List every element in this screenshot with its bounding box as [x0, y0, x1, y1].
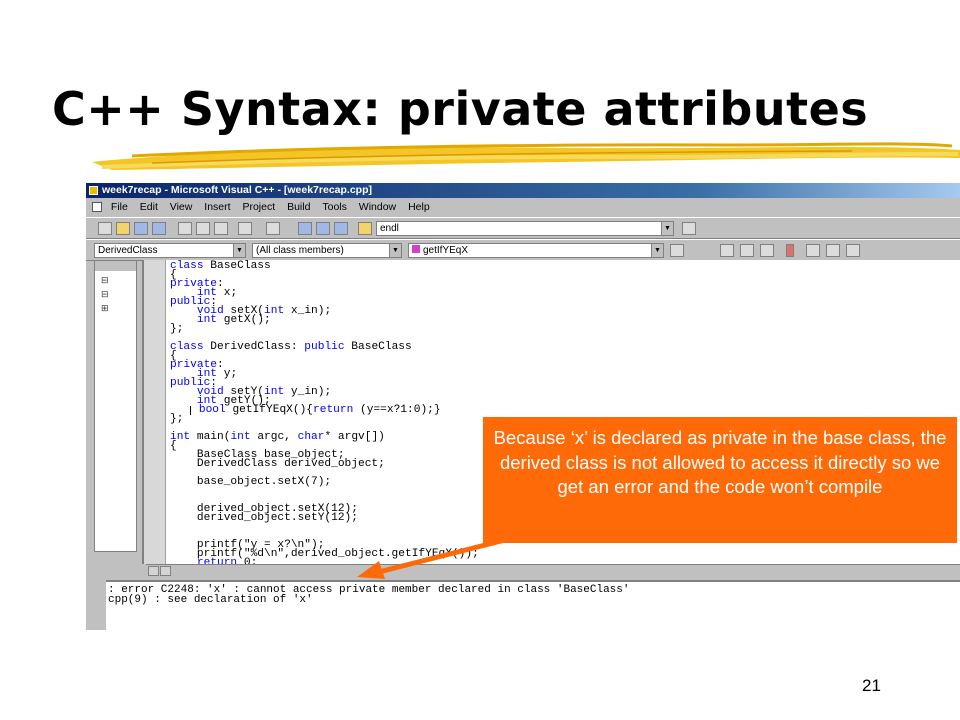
- build-icon[interactable]: [740, 244, 754, 257]
- function-combo[interactable]: getIfYEqX ▼: [408, 243, 664, 258]
- stop-build-icon[interactable]: [760, 244, 774, 257]
- chevron-down-icon[interactable]: ▼: [233, 244, 245, 257]
- output-pane: : error C2248: 'x' : cannot access priva…: [106, 580, 960, 630]
- menu-insert[interactable]: Insert: [204, 199, 230, 216]
- find-combo[interactable]: endl ▼: [376, 221, 674, 236]
- wizardbar-toolbar: DerivedClass ▼ (All class members) ▼ get…: [86, 239, 960, 261]
- code-line[interactable]: derived_object.setY(12);: [170, 512, 479, 523]
- callout-arrow: [357, 537, 506, 579]
- source-code[interactable]: class BaseClass{private: int x; public: v…: [170, 260, 479, 564]
- menu-build[interactable]: Build: [287, 199, 310, 216]
- class-combo-value: DerivedClass: [98, 245, 158, 256]
- class-view-tree[interactable]: ⊟ ⊟ ⊞: [101, 273, 131, 315]
- members-combo-value: (All class members): [256, 245, 344, 256]
- menu-file[interactable]: File: [111, 199, 128, 216]
- output-pane-gripper[interactable]: [86, 580, 106, 630]
- copy-icon[interactable]: [196, 222, 210, 235]
- callout-text: Because ‘x’ is declared as private in th…: [493, 427, 947, 497]
- window-title: week7recap - Microsoft Visual C++ - [wee…: [102, 184, 373, 196]
- code-line[interactable]: [170, 487, 479, 496]
- menu-bar: File Edit View Insert Project Build Tool…: [86, 199, 960, 216]
- standard-toolbar: endl ▼: [86, 217, 960, 239]
- chevron-down-icon[interactable]: ▼: [661, 222, 673, 235]
- find-in-files-icon[interactable]: [358, 222, 372, 235]
- code-line[interactable]: class BaseClass: [170, 260, 479, 271]
- tree-node-icon[interactable]: ⊟: [101, 287, 131, 301]
- output-text[interactable]: : error C2248: 'x' : cannot access priva…: [108, 585, 630, 606]
- workspace-pane: ⊟ ⊟ ⊞: [94, 260, 137, 552]
- chevron-down-icon[interactable]: ▼: [389, 244, 401, 257]
- members-combo[interactable]: (All class members) ▼: [252, 243, 402, 258]
- find-combo-value: endl: [380, 223, 399, 234]
- insert-breakpoint-icon[interactable]: [826, 244, 840, 257]
- open-folder-icon[interactable]: [116, 222, 130, 235]
- scroll-left-icon[interactable]: [148, 566, 159, 576]
- menu-window[interactable]: Window: [359, 199, 396, 216]
- editor-gutter: [144, 260, 166, 564]
- workspace-pane-header[interactable]: [95, 261, 136, 271]
- document-icon[interactable]: [92, 202, 102, 213]
- ide-window: week7recap - Microsoft Visual C++ - [wee…: [86, 183, 960, 630]
- function-combo-value: getIfYEqX: [423, 245, 469, 256]
- code-line[interactable]: DerivedClass derived_object;: [170, 458, 479, 469]
- windows-list-icon[interactable]: [334, 222, 348, 235]
- function-icon: [412, 245, 420, 253]
- find-icon[interactable]: [682, 222, 696, 235]
- code-line[interactable]: class DerivedClass: public BaseClass: [170, 341, 479, 352]
- scroll-right-icon[interactable]: [160, 566, 171, 576]
- cut-icon[interactable]: [178, 222, 192, 235]
- declaration-line: cpp(9) : see declaration of 'x': [108, 594, 313, 606]
- menu-view[interactable]: View: [170, 199, 193, 216]
- horizontal-scrollbar[interactable]: [146, 564, 960, 576]
- code-line[interactable]: bool getIfYEqX(){return (y==x?1:0);}: [170, 404, 479, 416]
- code-line[interactable]: int getX();: [170, 314, 479, 325]
- title-underline-brush: [92, 142, 960, 170]
- app-icon: [89, 186, 98, 195]
- save-icon[interactable]: [134, 222, 148, 235]
- workspace-icon[interactable]: [298, 222, 312, 235]
- redo-icon[interactable]: [266, 222, 280, 235]
- code-line[interactable]: };: [170, 413, 479, 424]
- output-window-icon[interactable]: [316, 222, 330, 235]
- wizard-action-icon[interactable]: [670, 244, 684, 257]
- page-number: 21: [862, 676, 881, 695]
- class-combo[interactable]: DerivedClass ▼: [94, 243, 246, 258]
- execute-icon[interactable]: [786, 244, 794, 257]
- tree-node-icon[interactable]: ⊞: [101, 301, 131, 315]
- tree-node-icon[interactable]: ⊟: [101, 273, 131, 287]
- menu-tools[interactable]: Tools: [322, 199, 347, 216]
- go-icon[interactable]: [806, 244, 820, 257]
- text-cursor: [190, 406, 192, 415]
- code-line[interactable]: };: [170, 323, 479, 334]
- paste-icon[interactable]: [214, 222, 228, 235]
- window-titlebar[interactable]: week7recap - Microsoft Visual C++ - [wee…: [86, 183, 960, 198]
- new-file-icon[interactable]: [98, 222, 112, 235]
- code-line[interactable]: [170, 523, 479, 532]
- hand-icon[interactable]: [846, 244, 860, 257]
- undo-icon[interactable]: [238, 222, 252, 235]
- slide-title: C++ Syntax: private attributes: [52, 82, 869, 136]
- explanation-callout: Because ‘x’ is declared as private in th…: [483, 417, 957, 543]
- code-line[interactable]: base_object.setX(7);: [170, 476, 479, 487]
- code-line[interactable]: int main(int argc, char* argv[]): [170, 431, 479, 442]
- menu-project[interactable]: Project: [242, 199, 275, 216]
- save-all-icon[interactable]: [152, 222, 166, 235]
- menu-edit[interactable]: Edit: [140, 199, 158, 216]
- chevron-down-icon[interactable]: ▼: [651, 244, 663, 257]
- menu-help[interactable]: Help: [408, 199, 430, 216]
- compile-icon[interactable]: [720, 244, 734, 257]
